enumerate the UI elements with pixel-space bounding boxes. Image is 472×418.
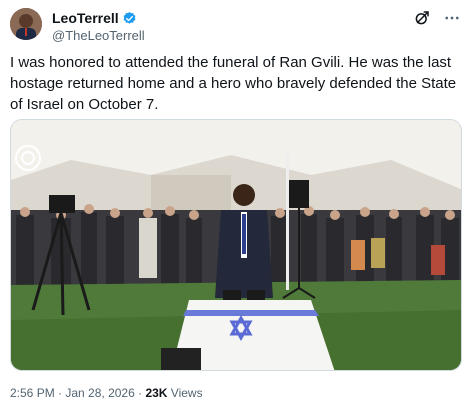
tweet-time[interactable]: 2:56 PM [10,386,55,400]
tweet-text: I was honored to attended the funeral of… [10,54,457,113]
tweet-top-actions [412,8,462,28]
avatar[interactable] [10,8,42,40]
meta-separator: · [54,386,66,400]
tweet-date[interactable]: Jan 28, 2026 [65,386,134,400]
tweet-media-photo[interactable] [10,119,462,371]
views-label: Views [167,386,203,400]
tweet-header: LeoTerrell @TheLeoTerrell [10,8,462,43]
grok-icon[interactable] [412,8,432,28]
author-display-name[interactable]: LeoTerrell [52,10,119,26]
tweet-meta: 2:56 PM · Jan 28, 2026 · 23K Views [10,386,203,400]
verified-badge-icon [122,11,137,26]
meta-separator: · [134,386,146,400]
views-count: 23K [145,386,168,400]
author-handle[interactable]: @TheLeoTerrell [52,28,145,43]
author-names: LeoTerrell @TheLeoTerrell [52,10,145,43]
more-icon[interactable] [442,8,462,28]
